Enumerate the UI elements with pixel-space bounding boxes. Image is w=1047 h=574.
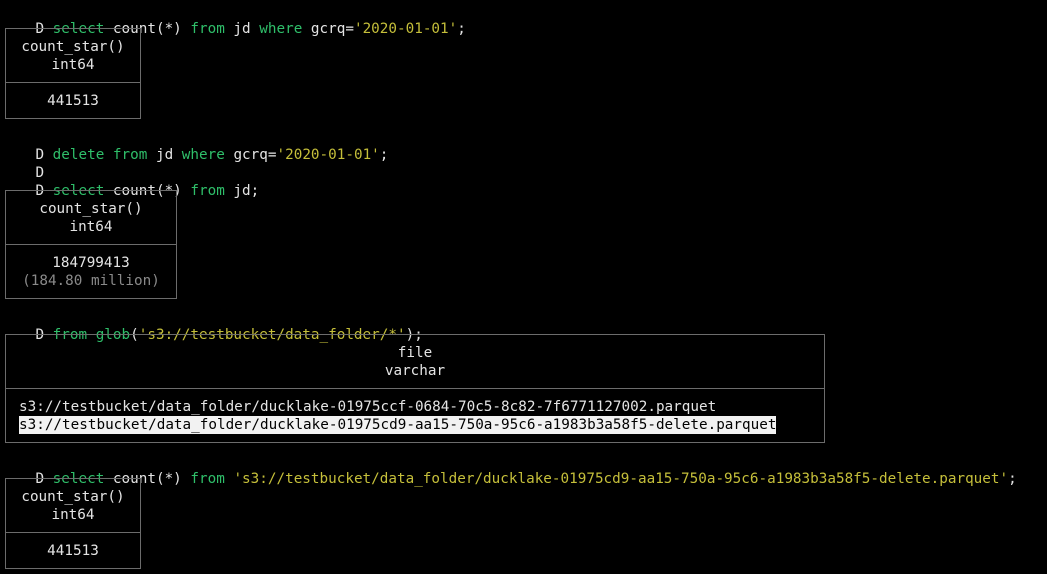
table-cell: 441513: [47, 93, 99, 109]
result-table: count_star() int64 441513: [5, 478, 141, 569]
sql-string: '2020-01-01': [353, 21, 458, 37]
table-cell: s3://testbucket/data_folder/ducklake-019…: [19, 399, 717, 415]
sql-text: jd;: [224, 183, 260, 199]
column-type: int64: [69, 219, 113, 235]
table-header: count_star() int64: [6, 479, 140, 533]
command-line: D select count(*) from jd;: [1, 164, 259, 199]
sql-string: '2020-01-01': [276, 147, 380, 163]
column-type: varchar: [384, 363, 446, 379]
column-name: file: [397, 345, 433, 361]
sql-text: gcrq=: [302, 21, 354, 37]
sql-text: jd: [147, 147, 182, 163]
sql-string: 's3://testbucket/data_folder/ducklake-01…: [233, 471, 1009, 487]
table-cell: 184799413: [52, 255, 130, 271]
result-table: count_star() int64 184799413 (184.80 mil…: [5, 190, 177, 299]
terminal-window[interactable]: D select count(*) from jd where gcrq='20…: [0, 0, 1047, 574]
table-cell: 441513: [47, 543, 99, 559]
sql-keyword: from: [190, 183, 225, 199]
column-name: count_star(): [21, 489, 125, 505]
sql-keyword: from: [190, 471, 225, 487]
sql-keyword: from: [190, 21, 225, 37]
sql-text: jd: [224, 21, 260, 37]
command-line: D: [1, 146, 44, 181]
approx-value: (184.80 million): [22, 273, 160, 289]
column-name: count_star(): [39, 201, 143, 217]
command-line: D delete from jd where gcrq='2020-01-01'…: [1, 128, 388, 163]
sql-text: gcrq=: [224, 147, 277, 163]
sql-keyword: from: [112, 147, 148, 163]
sql-text: ;: [457, 21, 466, 37]
table-header: count_star() int64: [6, 191, 176, 245]
sql-keyword: where: [181, 147, 225, 163]
sql-keyword: delete: [52, 147, 105, 163]
command-line: D from glob('s3://testbucket/data_folder…: [1, 308, 422, 343]
command-line: D select count(*) from jd where gcrq='20…: [1, 2, 465, 37]
column-type: int64: [51, 507, 95, 523]
sql-keyword: where: [259, 21, 303, 37]
sql-text: ;: [379, 147, 389, 163]
table-header: file varchar: [6, 335, 824, 389]
column-type: int64: [51, 57, 95, 73]
command-line: D select count(*) from 's3://testbucket/…: [1, 452, 1016, 487]
table-header: count_star() int64: [6, 29, 140, 83]
column-name: count_star(): [21, 39, 125, 55]
sql-text: ;: [1008, 471, 1017, 487]
result-table: count_star() int64 441513: [5, 28, 141, 119]
result-table: file varchar s3://testbucket/data_folder…: [5, 334, 825, 443]
table-cell-selected[interactable]: s3://testbucket/data_folder/ducklake-019…: [19, 416, 777, 434]
